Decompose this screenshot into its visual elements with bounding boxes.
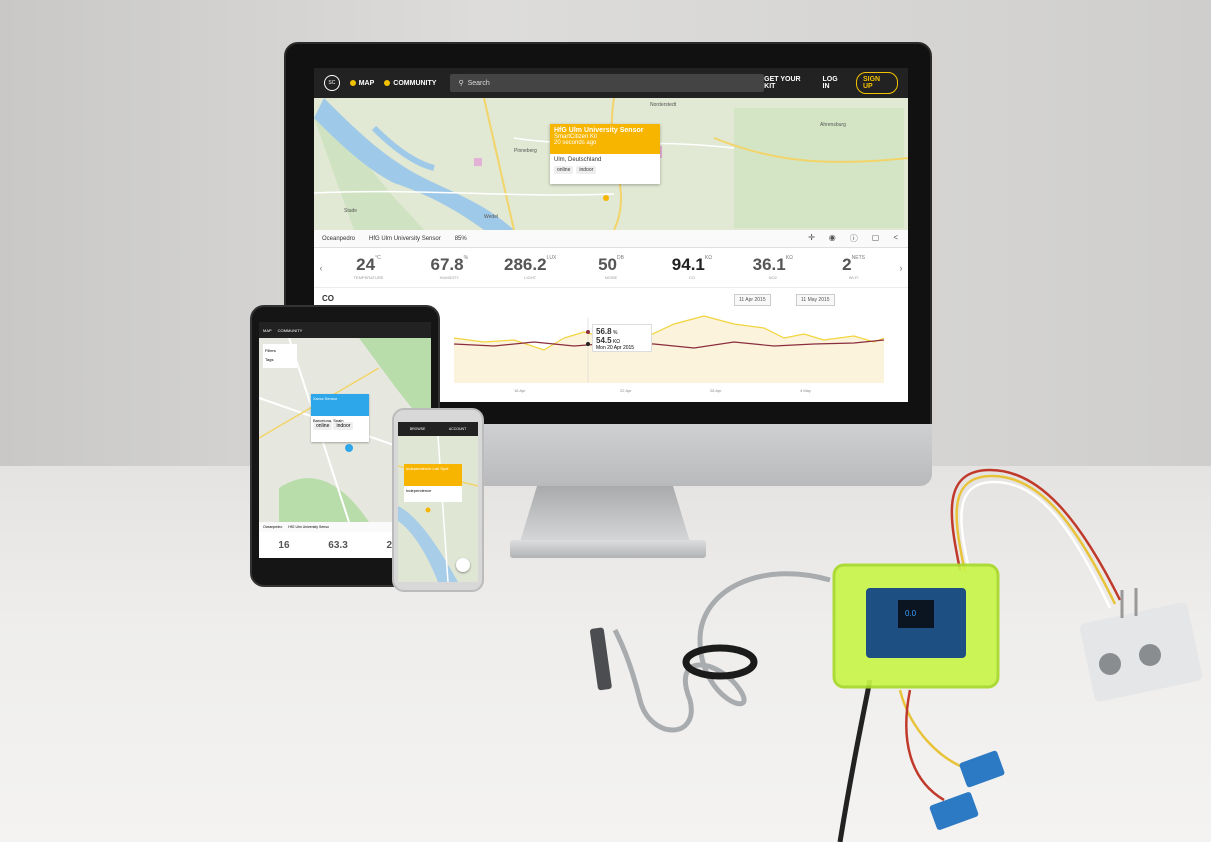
power-cable (837, 679, 873, 842)
temperature-probe (589, 627, 612, 691)
sensor-module (959, 750, 1005, 788)
probe-cable (612, 571, 831, 733)
sensor-hardware: 0.0 (589, 468, 1202, 842)
svg-text:0.0: 0.0 (905, 609, 917, 618)
sensor-module (929, 792, 979, 830)
